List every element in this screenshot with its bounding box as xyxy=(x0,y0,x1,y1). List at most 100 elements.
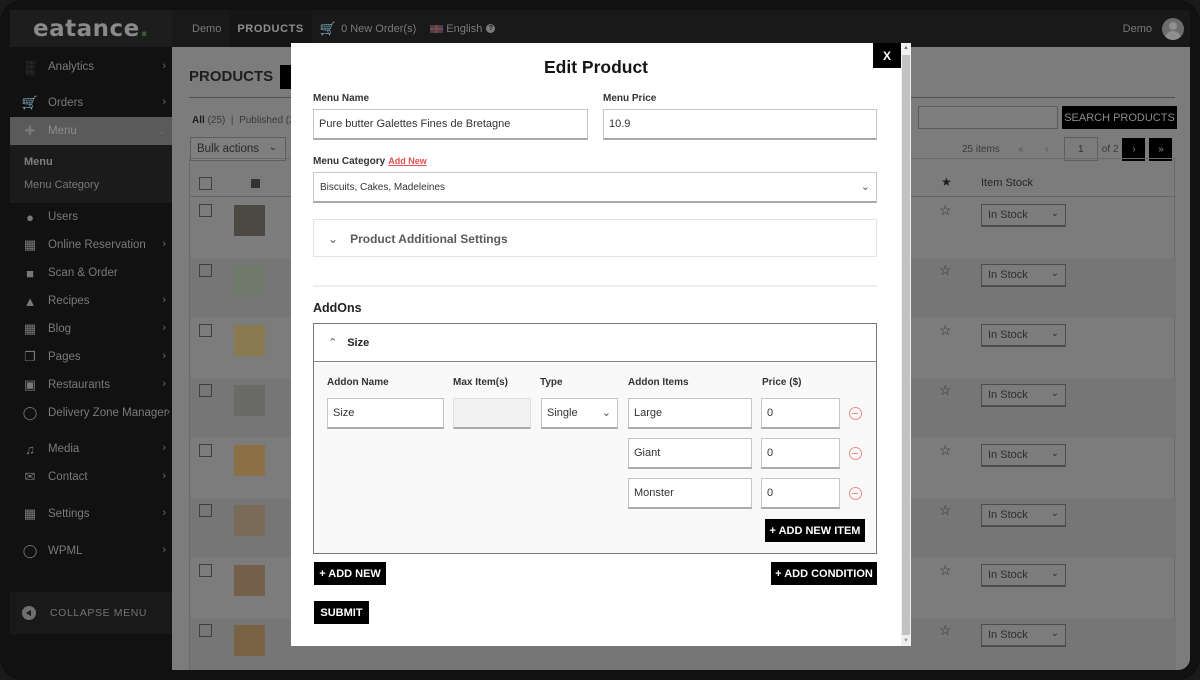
row-checkbox[interactable] xyxy=(199,504,212,517)
remove-item-icon[interactable] xyxy=(849,407,862,420)
product-thumbnail[interactable] xyxy=(234,505,265,536)
row-checkbox[interactable] xyxy=(199,204,212,217)
filter-all[interactable]: All xyxy=(192,115,205,126)
sidebar-item-contact[interactable]: ✉ Contact › xyxy=(10,463,172,491)
item-stock-select[interactable]: In Stock ⌄ xyxy=(981,324,1066,347)
star-icon[interactable]: ☆ xyxy=(939,202,952,219)
chevron-down-icon: ⌄ xyxy=(1050,448,1059,459)
collapse-menu-button[interactable]: COLLAPSE MENU xyxy=(10,592,172,634)
sidebar-item-online-reservation[interactable]: ▦ Online Reservation › xyxy=(10,231,172,259)
addon-type-select[interactable]: Single ⌄ xyxy=(541,398,618,429)
product-thumbnail[interactable] xyxy=(234,265,265,296)
addon-item-name-input[interactable]: Giant xyxy=(628,438,752,469)
star-icon[interactable]: ☆ xyxy=(939,262,952,279)
remove-item-icon[interactable] xyxy=(849,447,862,460)
filter-published[interactable]: Published (2 xyxy=(239,115,295,126)
row-checkbox[interactable] xyxy=(199,624,212,637)
topbar-products-link[interactable]: PRODUCTS xyxy=(229,10,312,47)
language-selector[interactable]: English ? xyxy=(424,10,503,47)
search-input[interactable] xyxy=(918,106,1058,129)
star-icon[interactable]: ☆ xyxy=(939,562,952,579)
cart-icon: 🛒 xyxy=(319,20,337,36)
item-stock-select[interactable]: In Stock ⌄ xyxy=(981,504,1066,527)
product-thumbnail[interactable] xyxy=(234,385,265,416)
product-thumbnail[interactable] xyxy=(234,625,265,656)
addon-item-price-input[interactable]: 0 xyxy=(761,398,840,429)
modal-scrollbar[interactable]: ▲ ▼ xyxy=(901,43,911,646)
star-icon[interactable]: ☆ xyxy=(939,322,952,339)
star-icon[interactable]: ☆ xyxy=(939,502,952,519)
row-checkbox[interactable] xyxy=(199,384,212,397)
sidebar-item-media[interactable]: ♫ Media › xyxy=(10,435,172,463)
topbar-demo-link[interactable]: Demo xyxy=(172,10,229,47)
sidebar-item-settings[interactable]: ▦ Settings › xyxy=(10,500,172,528)
select-all-checkbox[interactable] xyxy=(199,177,212,190)
addon-group-header[interactable]: ⌃ Size xyxy=(314,324,876,362)
remove-item-icon[interactable] xyxy=(849,487,862,500)
product-thumbnail[interactable] xyxy=(234,205,265,236)
sidebar-item-recipes[interactable]: ▲ Recipes › xyxy=(10,287,172,315)
prev-page-button[interactable]: ‹ xyxy=(1034,144,1060,155)
product-thumbnail[interactable] xyxy=(234,565,265,596)
avatar[interactable] xyxy=(1162,17,1184,40)
calendar-icon: ▦ xyxy=(23,237,37,252)
new-orders-link[interactable]: 🛒 0 New Order(s) xyxy=(312,10,424,47)
addon-name-input[interactable]: Size xyxy=(327,398,444,429)
item-stock-select[interactable]: In Stock ⌄ xyxy=(981,564,1066,587)
sidebar-item-analytics[interactable]: ░ Analytics › xyxy=(10,53,172,81)
sidebar-item-pages[interactable]: ❐ Pages › xyxy=(10,343,172,371)
item-stock-select[interactable]: In Stock ⌄ xyxy=(981,444,1066,467)
add-new-item-button[interactable]: + ADD NEW ITEM xyxy=(765,519,865,542)
item-stock-select[interactable]: In Stock ⌄ xyxy=(981,264,1066,287)
items-count: 25 items xyxy=(962,143,1000,155)
first-page-button[interactable]: « xyxy=(1008,144,1034,155)
logo[interactable]: eatance. xyxy=(10,10,172,47)
star-icon[interactable]: ☆ xyxy=(939,442,952,459)
add-category-link[interactable]: Add New xyxy=(388,156,427,166)
sidebar-item-blog[interactable]: ▦ Blog › xyxy=(10,315,172,343)
item-stock-select[interactable]: In Stock ⌄ xyxy=(981,384,1066,407)
row-checkbox[interactable] xyxy=(199,264,212,277)
addon-item-price-input[interactable]: 0 xyxy=(761,478,840,509)
star-icon[interactable]: ☆ xyxy=(939,622,952,639)
submenu-item-menu[interactable]: Menu xyxy=(24,151,172,174)
sidebar-item-menu[interactable]: ✚ Menu ⌄ xyxy=(10,117,172,145)
item-stock-select[interactable]: In Stock ⌄ xyxy=(981,204,1066,227)
chevron-down-icon: ⌄ xyxy=(1050,388,1059,399)
sidebar-item-users[interactable]: ● Users xyxy=(10,203,172,231)
scrollbar-thumb[interactable] xyxy=(902,55,910,635)
sidebar-item-scan-order[interactable]: ■ Scan & Order xyxy=(10,259,172,287)
menu-name-input[interactable]: Pure butter Galettes Fines de Bretagne xyxy=(313,109,588,140)
sidebar-item-delivery-zone-manager[interactable]: ◯ Delivery Zone Manager › xyxy=(10,399,172,427)
sidebar-item-restaurants[interactable]: ▣ Restaurants › xyxy=(10,371,172,399)
addon-item-price-input[interactable]: 0 xyxy=(761,438,840,469)
help-icon[interactable]: ? xyxy=(486,24,496,33)
product-thumbnail[interactable] xyxy=(234,325,265,356)
chevron-right-icon: › xyxy=(162,294,166,306)
search-products-button[interactable]: SEARCH PRODUCTS xyxy=(1062,106,1177,129)
sidebar-item-orders[interactable]: 🛒 Orders › xyxy=(10,89,172,117)
sidebar-item-wpml[interactable]: ◯ WPML › xyxy=(10,537,172,565)
row-checkbox[interactable] xyxy=(199,444,212,457)
user-name[interactable]: Demo xyxy=(1123,23,1152,35)
menu-price-input[interactable]: 10.9 xyxy=(603,109,877,140)
product-additional-settings-accordion[interactable]: ⌄ Product Additional Settings xyxy=(313,219,877,257)
max-items-input[interactable] xyxy=(453,398,531,429)
menu-category-select[interactable]: Biscuits, Cakes, Madeleines ⌄ xyxy=(313,172,877,203)
add-new-addon-button[interactable]: + ADD NEW xyxy=(314,562,386,585)
submit-button[interactable]: SUBMIT xyxy=(314,601,369,624)
row-checkbox[interactable] xyxy=(199,564,212,577)
product-thumbnail[interactable] xyxy=(234,445,265,476)
submenu-item-menu-category[interactable]: Menu Category xyxy=(24,174,172,197)
bar-chart-icon: ░ xyxy=(25,59,35,75)
star-icon[interactable]: ☆ xyxy=(939,382,952,399)
addon-item-name-input[interactable]: Monster xyxy=(628,478,752,509)
add-condition-button[interactable]: + ADD CONDITION xyxy=(771,562,877,585)
chevron-down-icon: ⌄ xyxy=(1050,208,1059,219)
chevron-up-icon: ⌃ xyxy=(328,337,338,349)
item-stock-select[interactable]: In Stock ⌄ xyxy=(981,624,1066,647)
addon-items-header: Addon Items xyxy=(628,377,689,388)
chevron-right-icon: › xyxy=(166,406,170,418)
addon-item-name-input[interactable]: Large xyxy=(628,398,752,429)
row-checkbox[interactable] xyxy=(199,324,212,337)
